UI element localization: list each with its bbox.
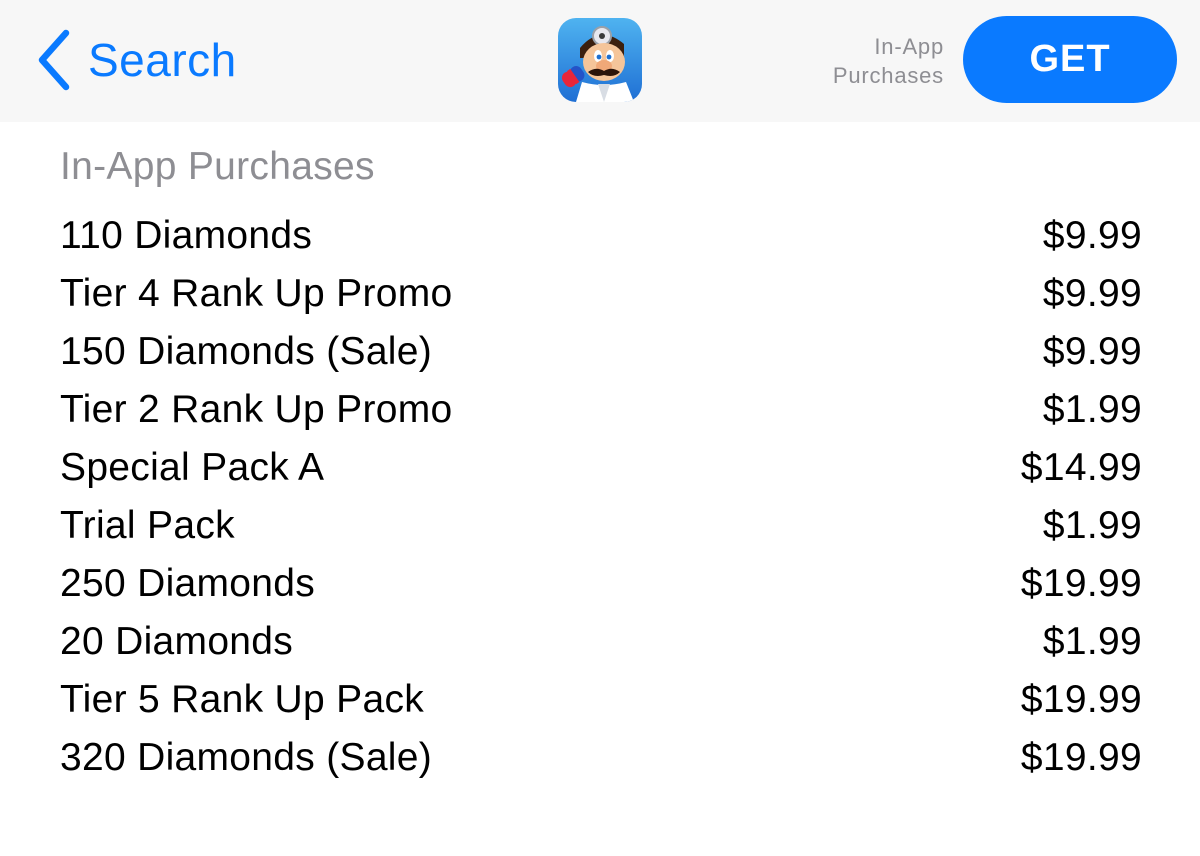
purchase-price: $9.99 bbox=[1042, 272, 1142, 315]
purchase-name: Tier 4 Rank Up Promo bbox=[60, 272, 453, 315]
purchase-row: Tier 4 Rank Up Promo $9.99 bbox=[60, 265, 1142, 323]
purchase-price: $1.99 bbox=[1042, 388, 1142, 431]
purchase-price: $1.99 bbox=[1042, 504, 1142, 547]
purchase-price: $1.99 bbox=[1042, 620, 1142, 663]
iap-note-line-1: In-App bbox=[874, 34, 944, 59]
purchase-name: 250 Diamonds bbox=[60, 562, 316, 605]
purchase-name: Trial Pack bbox=[60, 504, 235, 547]
purchase-list: 110 Diamonds $9.99 Tier 4 Rank Up Promo … bbox=[60, 207, 1142, 787]
purchase-row: Tier 5 Rank Up Pack $19.99 bbox=[60, 671, 1142, 729]
purchase-row: 250 Diamonds $19.99 bbox=[60, 555, 1142, 613]
back-to-search-button[interactable]: Search bbox=[36, 22, 237, 98]
purchase-name: Tier 5 Rank Up Pack bbox=[60, 678, 425, 721]
purchase-name: Tier 2 Rank Up Promo bbox=[60, 388, 453, 431]
purchase-name: 320 Diamonds (Sale) bbox=[60, 736, 433, 779]
purchase-name: 150 Diamonds (Sale) bbox=[60, 330, 433, 373]
get-button[interactable]: GET bbox=[963, 16, 1177, 103]
purchase-row: 150 Diamonds (Sale) $9.99 bbox=[60, 323, 1142, 381]
purchase-row: 320 Diamonds (Sale) $19.99 bbox=[60, 729, 1142, 787]
purchase-name: 110 Diamonds bbox=[60, 214, 313, 257]
purchase-price: $14.99 bbox=[1020, 446, 1142, 489]
purchase-price: $19.99 bbox=[1020, 736, 1142, 779]
purchase-price: $19.99 bbox=[1020, 678, 1142, 721]
back-label: Search bbox=[88, 34, 237, 86]
purchase-name: 20 Diamonds bbox=[60, 620, 294, 663]
purchase-row: 20 Diamonds $1.99 bbox=[60, 613, 1142, 671]
purchase-price: $9.99 bbox=[1042, 214, 1142, 257]
purchase-name: Special Pack A bbox=[60, 446, 325, 489]
dr-mario-app-icon[interactable] bbox=[558, 18, 642, 102]
app-store-page: Search In-App Purchases GET In-App Purch… bbox=[0, 0, 1200, 856]
purchase-price: $19.99 bbox=[1020, 562, 1142, 605]
purchase-row: Trial Pack $1.99 bbox=[60, 497, 1142, 555]
chevron-left-icon bbox=[38, 29, 70, 91]
iap-note-line-2: Purchases bbox=[832, 63, 944, 88]
purchase-row: 110 Diamonds $9.99 bbox=[60, 207, 1142, 265]
purchase-price: $9.99 bbox=[1042, 330, 1142, 373]
navigation-bar: Search In-App Purchases GET bbox=[0, 0, 1200, 122]
purchase-row: Special Pack A $14.99 bbox=[60, 439, 1142, 497]
purchase-row: Tier 2 Rank Up Promo $1.99 bbox=[60, 381, 1142, 439]
section-title: In-App Purchases bbox=[60, 145, 375, 188]
in-app-purchases-note: In-App Purchases bbox=[804, 32, 944, 90]
